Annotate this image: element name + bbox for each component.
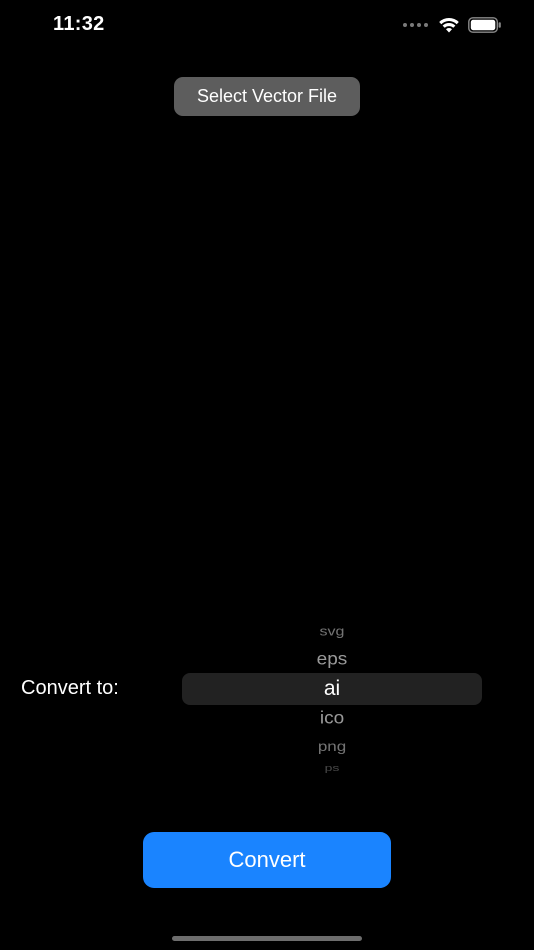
picker-option-eps[interactable]: eps	[182, 650, 482, 670]
select-vector-file-button[interactable]: Select Vector File	[174, 77, 360, 116]
status-time: 11:32	[53, 13, 105, 35]
picker-option-ico[interactable]: ico	[182, 709, 482, 729]
picker-option-svg[interactable]: svg	[182, 625, 482, 640]
home-indicator[interactable]	[172, 936, 362, 941]
wifi-icon	[438, 17, 460, 33]
status-icons	[403, 15, 502, 35]
convert-button[interactable]: Convert	[143, 832, 391, 888]
picker-option-ai[interactable]: ai	[182, 677, 482, 701]
picker-option-png[interactable]: png	[182, 739, 482, 755]
picker-option-ps[interactable]: ps	[182, 763, 482, 773]
format-picker[interactable]: svg eps ai ico png ps	[182, 617, 482, 782]
cellular-signal-icon	[403, 23, 428, 27]
convert-to-label: Convert to:	[21, 677, 119, 699]
status-bar: 11:32	[0, 0, 534, 52]
battery-icon	[468, 17, 502, 33]
